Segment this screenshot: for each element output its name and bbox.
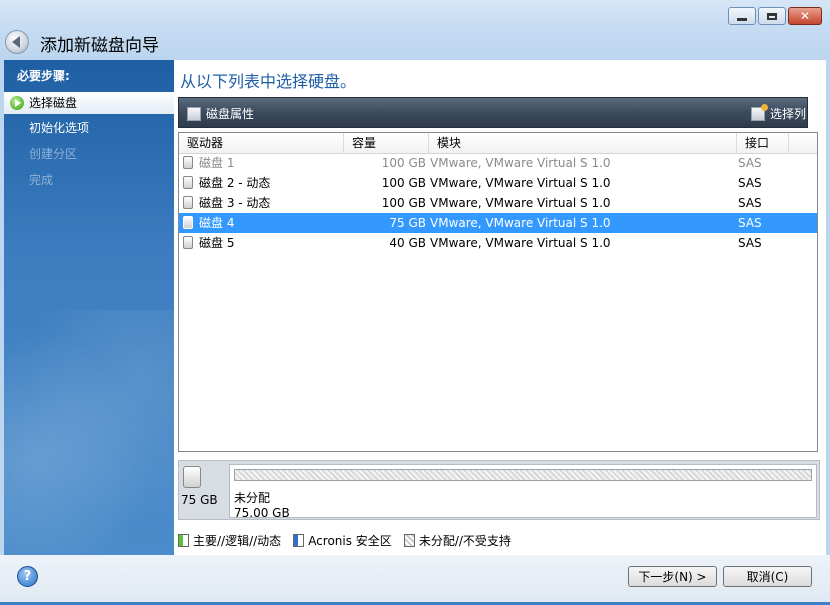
table-row[interactable]: 磁盘 1 100 GB VMware, VMware Virtual S 1.0… <box>179 153 817 173</box>
steps-pane: 必要步骤: 选择磁盘 初始化选项 创建分区 完成 <box>4 60 174 555</box>
step-create-partition: 创建分区 <box>4 143 174 165</box>
cell-interface: SAS <box>738 196 762 210</box>
close-icon: ✕ <box>799 9 811 23</box>
current-step-arrow-icon <box>10 96 24 110</box>
partition-block[interactable]: 未分配 75.00 GB <box>229 464 817 520</box>
legend-label: 主要//逻辑//动态 <box>193 534 282 548</box>
column-drive[interactable]: 驱动器 <box>179 133 344 153</box>
disk-list[interactable]: 驱动器 容量 模块 接口 磁盘 1 100 GB VMware, VMware … <box>178 132 818 452</box>
table-row-selected[interactable]: 磁盘 4 75 GB VMware, VMware Virtual S 1.0 … <box>179 213 817 233</box>
maximize-icon <box>767 12 777 20</box>
table-row[interactable]: 磁盘 3 - 动态 100 GB VMware, VMware Virtual … <box>179 193 817 213</box>
cell-model: VMware, VMware Virtual S 1.0 <box>430 216 611 230</box>
toolbar: 磁盘属性 选择列 <box>178 97 808 128</box>
content-pane: 从以下列表中选择硬盘。 磁盘属性 选择列 驱动器 容量 模块 接口 磁盘 1 1… <box>174 60 826 555</box>
cell-model: VMware, VMware Virtual S 1.0 <box>430 196 611 210</box>
disk-icon <box>183 196 193 209</box>
cancel-button[interactable]: 取消(C) <box>723 566 812 587</box>
step-select-disk: 选择磁盘 <box>4 92 174 114</box>
disk-icon <box>183 176 193 189</box>
cell-capacity: 100 GB <box>381 196 426 210</box>
decorative-wave <box>4 310 174 555</box>
legend-secure-zone: Acronis 安全区 <box>293 532 392 549</box>
close-button[interactable]: ✕ <box>788 7 822 25</box>
legend-label: 未分配//不受支持 <box>418 534 511 548</box>
next-button[interactable]: 下一步(N) > <box>628 566 717 587</box>
minimize-icon <box>737 17 747 21</box>
cell-model: VMware, VMware Virtual S 1.0 <box>430 236 611 250</box>
back-button[interactable] <box>5 30 29 54</box>
cell-capacity: 100 GB <box>381 176 426 190</box>
disk-properties-icon <box>187 106 201 121</box>
secure-zone-swatch-icon <box>293 534 305 547</box>
cell-interface: SAS <box>738 236 762 250</box>
step-finish: 完成 <box>4 169 174 191</box>
disk-size: 75 GB <box>181 493 218 507</box>
steps-header: 必要步骤: <box>17 69 70 83</box>
help-icon: ? <box>23 569 32 584</box>
disk-map: 75 GB 未分配 75.00 GB <box>178 460 820 520</box>
step-label: 选择磁盘 <box>29 96 78 110</box>
cell-interface: SAS <box>738 156 762 170</box>
cell-drive: 磁盘 1 <box>199 156 235 170</box>
back-arrow-icon <box>12 36 20 48</box>
table-row[interactable]: 磁盘 2 - 动态 100 GB VMware, VMware Virtual … <box>179 173 817 193</box>
legend-primary: 主要//逻辑//动态 <box>178 532 281 549</box>
step-init-options[interactable]: 初始化选项 <box>4 117 174 139</box>
instruction-text: 从以下列表中选择硬盘。 <box>180 72 357 91</box>
wizard-window: ✕ 添加新磁盘向导 必要步骤: 选择磁盘 初始化选项 创建分区 完成 从以下列表… <box>0 0 830 605</box>
cell-interface: SAS <box>738 216 762 230</box>
button-bar: ? 下一步(N) > 取消(C) <box>0 555 830 605</box>
cell-drive: 磁盘 2 - 动态 <box>199 176 271 190</box>
legend-unallocated: 未分配//不受支持 <box>403 532 511 549</box>
unallocated-bar <box>234 469 812 481</box>
maximize-button[interactable] <box>758 7 786 25</box>
table-row[interactable]: 磁盘 5 40 GB VMware, VMware Virtual S 1.0 … <box>179 233 817 253</box>
choose-columns-label: 选择列 <box>770 107 807 121</box>
primary-swatch-icon <box>178 534 189 547</box>
step-label: 初始化选项 <box>29 121 90 135</box>
legend-label: Acronis 安全区 <box>308 534 392 548</box>
cell-capacity: 100 GB <box>381 156 426 170</box>
disk-icon <box>183 156 193 169</box>
cell-model: VMware, VMware Virtual S 1.0 <box>430 176 611 190</box>
disk-icon <box>183 216 193 229</box>
partition-capacity: 75.00 GB <box>234 506 290 520</box>
cell-capacity: 75 GB <box>389 216 426 230</box>
choose-columns-icon <box>751 103 768 121</box>
unallocated-swatch-icon <box>403 534 415 547</box>
cell-drive: 磁盘 5 <box>199 236 235 250</box>
legend: 主要//逻辑//动态 Acronis 安全区 未分配//不受支持 <box>178 532 511 549</box>
cell-drive: 磁盘 4 <box>199 216 235 230</box>
step-label: 完成 <box>29 173 54 187</box>
choose-columns-button[interactable]: 选择列 <box>751 103 807 122</box>
minimize-button[interactable] <box>728 7 756 25</box>
window-controls: ✕ <box>728 7 822 25</box>
disk-properties-label: 磁盘属性 <box>206 107 255 121</box>
cell-model: VMware, VMware Virtual S 1.0 <box>430 156 611 170</box>
cell-interface: SAS <box>738 176 762 190</box>
partition-name: 未分配 <box>234 491 271 505</box>
cell-capacity: 40 GB <box>389 236 426 250</box>
wizard-title: 添加新磁盘向导 <box>40 36 159 56</box>
help-button[interactable]: ? <box>17 566 38 587</box>
column-interface[interactable]: 接口 <box>737 133 789 153</box>
disk-icon <box>183 236 193 249</box>
disk-icon <box>183 466 201 488</box>
list-header: 驱动器 容量 模块 接口 <box>179 133 817 154</box>
cell-drive: 磁盘 3 - 动态 <box>199 196 271 210</box>
step-label: 创建分区 <box>29 147 78 161</box>
column-capacity[interactable]: 容量 <box>344 133 429 153</box>
disk-properties-button[interactable]: 磁盘属性 <box>187 105 254 122</box>
column-model[interactable]: 模块 <box>429 133 737 153</box>
